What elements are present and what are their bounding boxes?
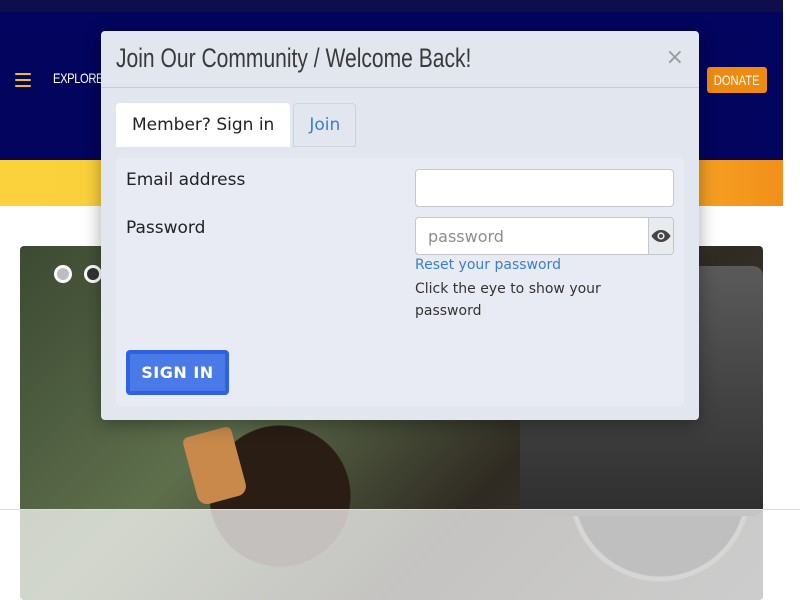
sign-in-button[interactable]: SIGN IN bbox=[126, 350, 229, 395]
email-field[interactable] bbox=[415, 169, 674, 207]
tab-join[interactable]: Join bbox=[293, 103, 357, 147]
close-icon[interactable]: × bbox=[666, 47, 684, 69]
email-label: Email address bbox=[126, 170, 246, 190]
sign-in-modal: Join Our Community / Welcome Back! × Mem… bbox=[101, 31, 699, 420]
show-password-button[interactable] bbox=[648, 217, 674, 255]
password-label: Password bbox=[126, 218, 206, 238]
modal-tabs: Member? Sign in Join bbox=[116, 103, 357, 147]
password-field[interactable] bbox=[415, 217, 648, 255]
sign-in-form: Email address Password Reset your passwo… bbox=[116, 158, 684, 406]
password-field-group bbox=[415, 217, 674, 255]
eye-icon bbox=[651, 230, 671, 242]
modal-header: Join Our Community / Welcome Back! × bbox=[101, 31, 699, 88]
tab-sign-in[interactable]: Member? Sign in bbox=[116, 103, 291, 147]
reset-password-link[interactable]: Reset your password bbox=[415, 257, 561, 273]
password-help-text: Click the eye to show your password bbox=[415, 281, 601, 319]
modal-title: Join Our Community / Welcome Back! bbox=[116, 43, 472, 73]
